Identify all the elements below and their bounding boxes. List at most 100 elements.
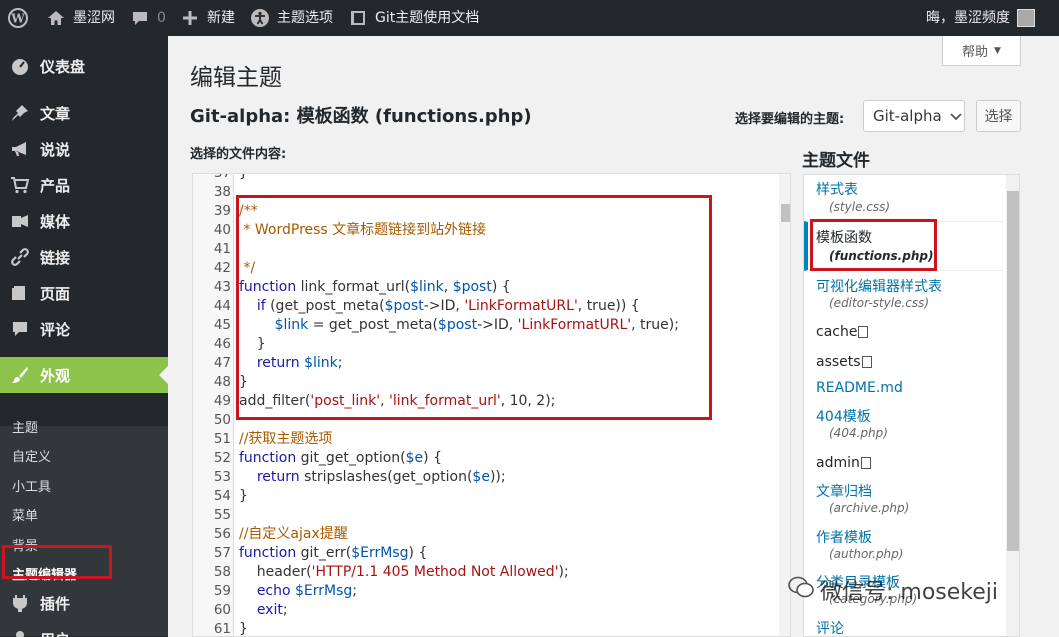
code-text: //获取主题选项	[239, 431, 333, 447]
site-name-link[interactable]: 墨涩网	[46, 0, 115, 36]
help-label: 帮助	[962, 45, 989, 60]
folder-toggle-icon	[858, 326, 869, 338]
menu-label: 链接	[40, 248, 71, 267]
watermark: 微信号: mosekeji	[788, 574, 998, 606]
submenu-customize[interactable]: 自定义	[0, 444, 168, 472]
editor-scrollbar[interactable]	[779, 174, 790, 636]
code-text: }	[239, 336, 266, 352]
home-icon	[46, 8, 66, 28]
file-item-readme[interactable]: README.md	[804, 379, 1004, 403]
file-list-scrollbar[interactable]	[1006, 175, 1019, 636]
link-icon	[10, 247, 30, 267]
line-number: 55	[213, 507, 231, 523]
line-number: 57	[213, 545, 231, 561]
line-number: 52	[213, 450, 231, 466]
dashboard-icon	[10, 56, 30, 76]
code-text: }	[239, 374, 248, 390]
line-number: 61	[213, 621, 231, 637]
user-icon	[10, 629, 30, 637]
menu-label: 外观	[40, 366, 71, 385]
folder-admin[interactable]: admin	[816, 455, 871, 471]
line-number: 50	[213, 412, 231, 428]
pin-icon	[10, 103, 30, 123]
page-title: 编辑主题	[190, 65, 282, 91]
main-content: 帮助 ▼ 编辑主题 Git-alpha: 模板函数 (functions.php…	[168, 36, 1059, 637]
menu-posts[interactable]: 文章	[0, 95, 168, 131]
help-tab-button[interactable]: 帮助 ▼	[942, 36, 1021, 66]
file-name: README.md	[816, 380, 903, 396]
file-name: 模板函数	[816, 230, 872, 246]
code-editor[interactable]: 37} 38 39 /** 40 * WordPress 文章标题链接到站外链接 41 42…	[192, 173, 791, 637]
select-theme-button[interactable]: 选择	[976, 100, 1021, 132]
code-text: echo $ErrMsg;	[256, 583, 358, 599]
line-number: 51	[213, 431, 231, 447]
menu-label: 插件	[40, 594, 71, 613]
file-item-functions[interactable]: 模板函数 (functions.php)	[804, 221, 1004, 271]
code-text: function git_get_option($e) {	[239, 450, 442, 466]
line-number: 47	[213, 355, 231, 371]
book-icon	[348, 8, 368, 28]
wordpress-logo[interactable]: W	[8, 0, 28, 36]
code-text: return stripslashes(get_option($e));	[256, 469, 506, 485]
line-number: 58	[213, 564, 231, 580]
file-item-archive[interactable]: 文章归档 (archive.php)	[804, 480, 1004, 524]
admin-bar: W 墨涩网 0 新建 主题选项 Git主题使用文档 晦，墨涩频度	[0, 0, 1059, 36]
wechat-icon	[788, 576, 814, 604]
submenu-widgets[interactable]: 小工具	[0, 474, 168, 502]
line-number: 39	[213, 203, 231, 219]
menu-label: 评论	[40, 320, 71, 339]
theme-options-label: 主题选项	[277, 10, 333, 26]
menu-appearance[interactable]: 外观	[0, 357, 168, 393]
cart-icon	[10, 175, 30, 195]
menu-dashboard[interactable]: 仪表盘	[0, 48, 168, 84]
my-account-link[interactable]: 晦，墨涩频度	[926, 0, 1035, 36]
menu-media[interactable]: 媒体	[0, 203, 168, 239]
menu-pages[interactable]: 页面	[0, 275, 168, 311]
folder-cache[interactable]: cache	[816, 324, 869, 340]
menu-links[interactable]: 链接	[0, 239, 168, 275]
folder-name: admin	[816, 455, 860, 471]
file-list-scroll-thumb[interactable]	[1007, 191, 1019, 551]
theme-select[interactable]: Git-alpha	[863, 100, 965, 132]
avatar	[1017, 9, 1035, 27]
code-text: return $link;	[256, 355, 343, 371]
menu-plugins[interactable]: 插件	[0, 585, 168, 621]
submenu-menus[interactable]: 菜单	[0, 503, 168, 531]
theme-file-list: 样式表 (style.css) 模板函数 (functions.php) 可视化…	[803, 174, 1020, 637]
comments-count: 0	[157, 10, 166, 26]
file-name: 可视化编辑器样式表	[816, 279, 942, 295]
code-text: }	[239, 621, 248, 637]
content-label: 选择的文件内容:	[190, 147, 287, 162]
comment-bubble-icon	[130, 8, 150, 28]
docs-link[interactable]: Git主题使用文档	[348, 0, 479, 36]
comments-link[interactable]: 0	[130, 0, 166, 36]
file-item-style[interactable]: 样式表 (style.css)	[804, 175, 1004, 221]
new-content-link[interactable]: 新建	[180, 0, 235, 36]
menu-label: 用户	[40, 629, 70, 637]
line-number: 46	[213, 336, 231, 352]
menu-shuoshuo[interactable]: 说说	[0, 131, 168, 167]
menu-label: 媒体	[40, 212, 71, 231]
line-number: 42	[213, 260, 231, 276]
file-name: 404模板	[816, 409, 871, 425]
submenu-background[interactable]: 背景	[0, 533, 168, 561]
editor-scroll-thumb[interactable]	[781, 204, 790, 222]
line-number: 60	[213, 602, 231, 618]
menu-label: 页面	[40, 284, 71, 303]
file-item-author[interactable]: 作者模板 (author.php)	[804, 526, 1004, 570]
menu-users[interactable]: 用户	[0, 621, 168, 637]
theme-options-link[interactable]: 主题选项	[250, 0, 333, 36]
code-text: function link_format_url($link, $post) {	[239, 279, 511, 295]
file-item-editor-style[interactable]: 可视化编辑器样式表 (editor-style.css)	[804, 273, 1004, 317]
file-item-comments[interactable]: 评论	[804, 617, 1004, 636]
line-number: 41	[213, 241, 231, 257]
menu-comments[interactable]: 评论	[0, 311, 168, 347]
new-label: 新建	[207, 10, 235, 26]
folder-assets[interactable]: assets	[816, 354, 872, 370]
menu-label: 产品	[40, 176, 71, 195]
submenu-themes[interactable]: 主题	[0, 415, 168, 443]
file-item-404[interactable]: 404模板 (404.php)	[804, 405, 1004, 449]
menu-products[interactable]: 产品	[0, 167, 168, 203]
file-path: (editor-style.css)	[829, 296, 930, 310]
code-text: }	[239, 488, 248, 504]
